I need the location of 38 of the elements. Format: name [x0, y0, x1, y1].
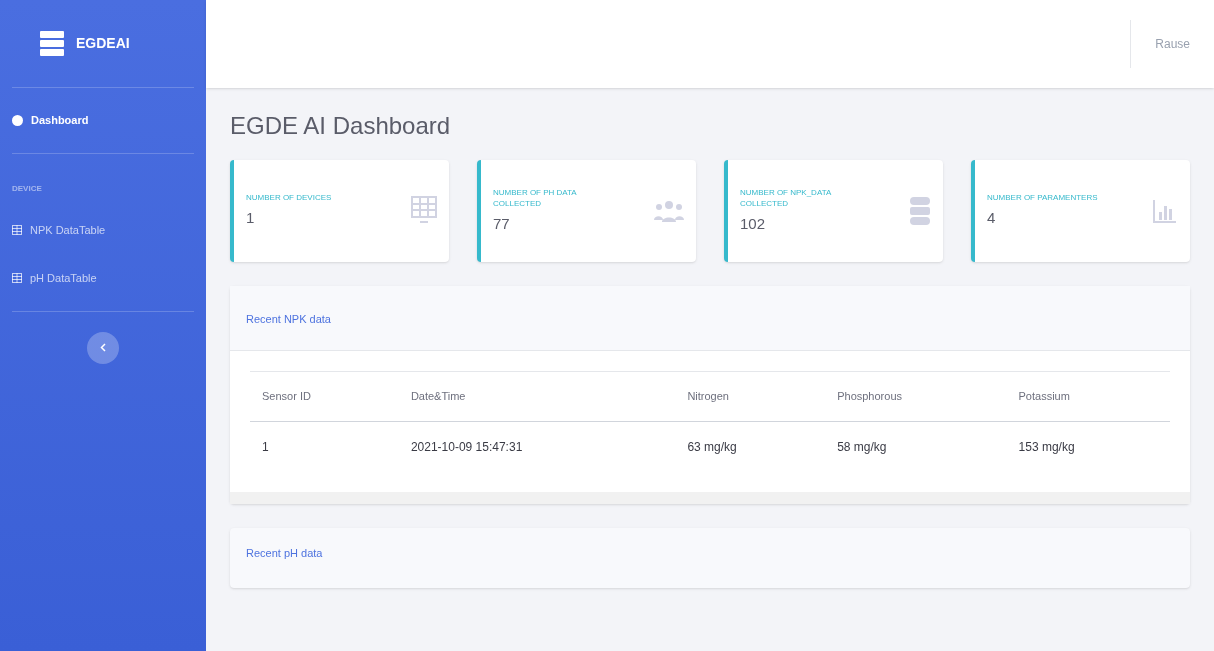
stat-value: 102 — [740, 213, 767, 234]
database-icon — [909, 196, 931, 226]
server-icon — [40, 30, 64, 57]
column-header: Phosphorous — [837, 390, 902, 402]
grid-icon — [411, 196, 437, 226]
dashboard-icon — [12, 114, 23, 126]
chevron-left-icon — [100, 343, 106, 352]
stat-value: 4 — [987, 208, 997, 229]
brand-name: EGDEAI — [76, 34, 130, 53]
column-header: Sensor ID — [262, 390, 311, 402]
sidebar-link[interactable]: Dashboard — [12, 104, 194, 137]
user-name[interactable]: Rause — [1155, 35, 1190, 53]
column-header: Nitrogen — [687, 390, 729, 402]
card-title: Recent NPK data — [246, 313, 331, 325]
column-header: Date&Time — [410, 390, 466, 402]
column-header: Potassium — [1018, 390, 1070, 402]
stat-label: NUMBER OF PARAMENTERS — [987, 192, 1099, 204]
stat-value: 1 — [246, 208, 256, 229]
stat-label: NUMBER OF PH DATA COLLECTED — [493, 186, 578, 209]
sidebar-link[interactable]: pH DataTable — [12, 262, 194, 295]
table-cell: 153 mg/kg — [1018, 439, 1075, 454]
card-title: Recent pH data — [246, 546, 323, 559]
table-icon — [12, 224, 22, 235]
stat-label: NUMBER OF DEVICES — [246, 192, 333, 204]
table-cell: 63 mg/kg — [687, 439, 737, 454]
table-cell: 1 — [262, 439, 269, 454]
table-icon — [12, 273, 22, 284]
table-cell: 2021-10-09 15:47:31 — [410, 439, 523, 454]
page-title: EGDE AI Dashboard — [230, 111, 452, 141]
stat-label: NUMBER OF NPK_DATA COLLECTED — [740, 186, 832, 209]
users-icon — [654, 198, 684, 224]
bar-chart-icon — [1152, 198, 1178, 224]
horizontal-scrollbar[interactable] — [230, 491, 1190, 504]
stat-value: 77 — [493, 213, 511, 234]
section-heading: DEVICE — [12, 183, 42, 193]
table-cell: 58 mg/kg — [837, 439, 887, 454]
collapse-sidebar-button[interactable] — [87, 331, 119, 364]
sidebar-link[interactable]: NPK DataTable — [12, 213, 194, 246]
